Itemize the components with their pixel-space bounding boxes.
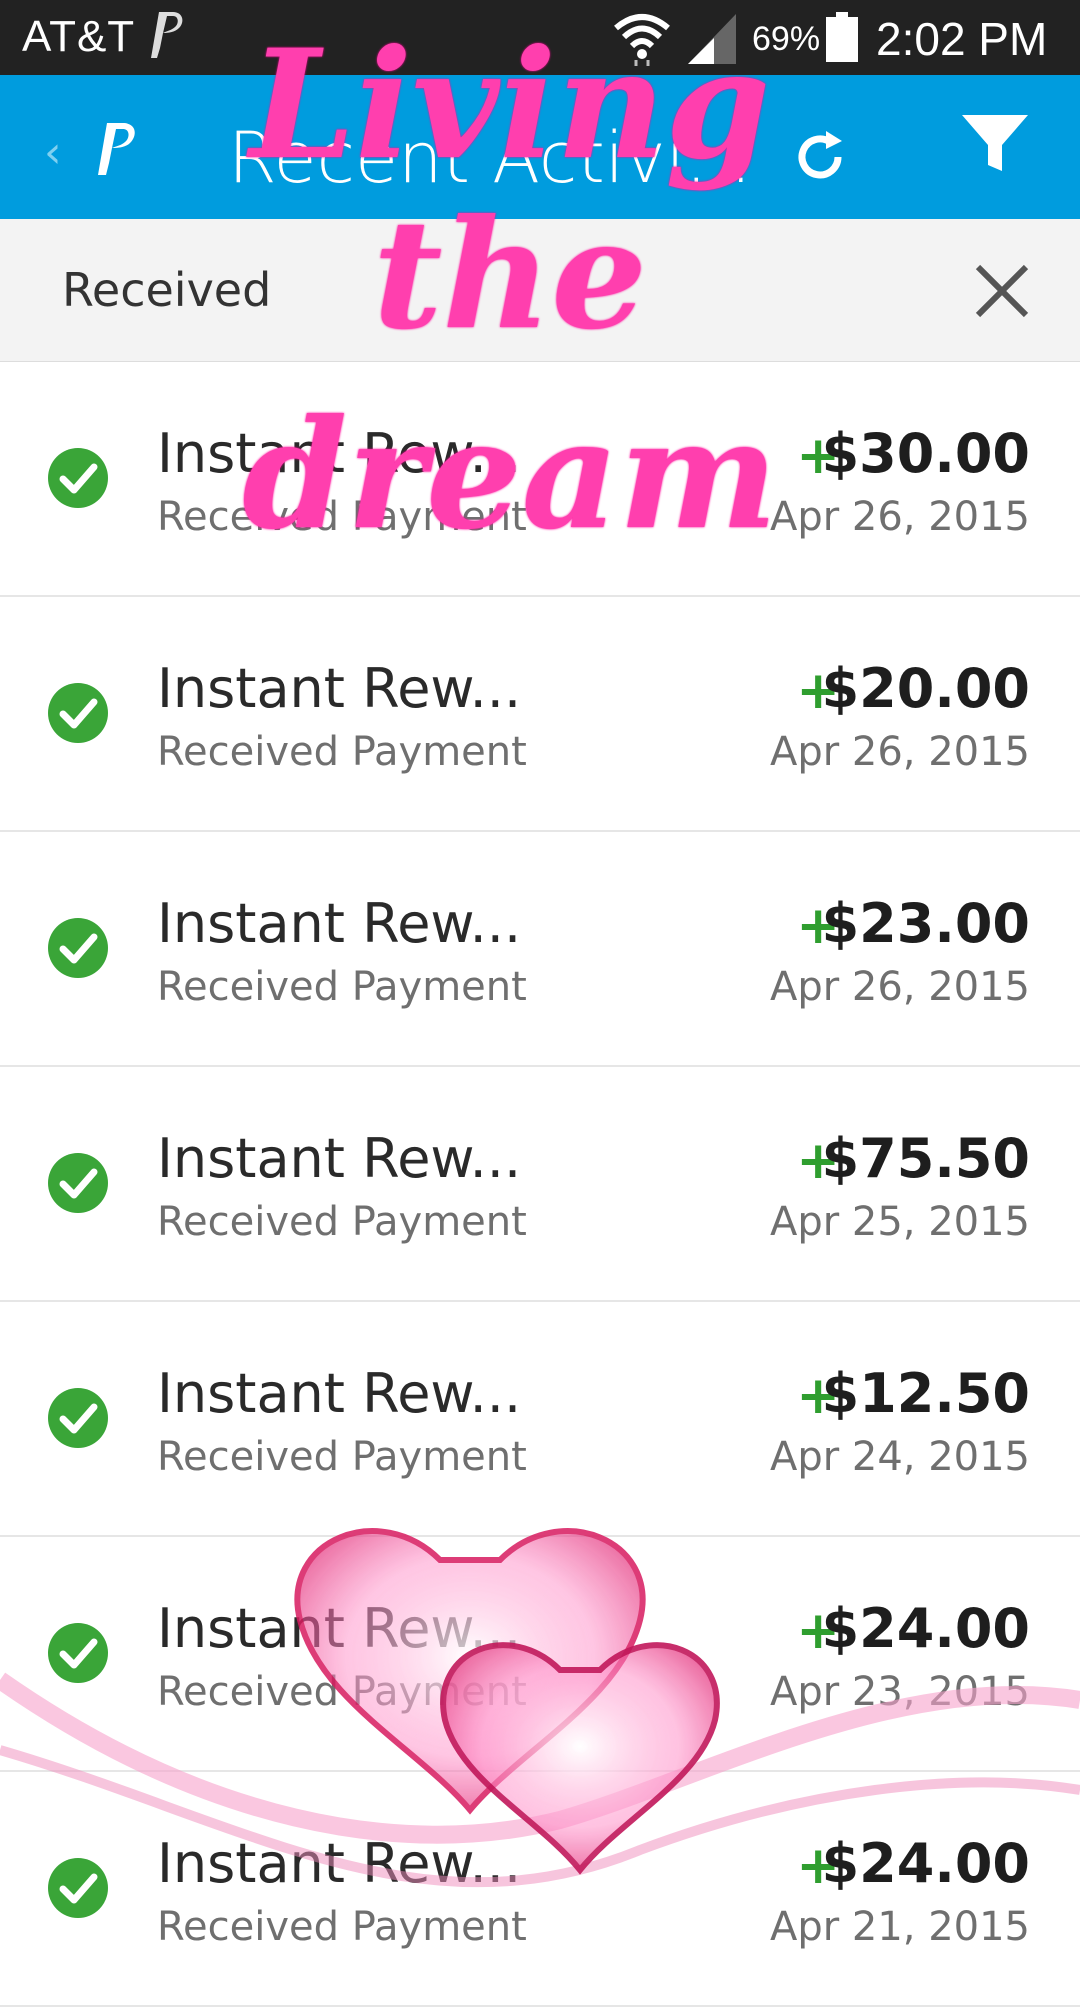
transaction-type: Received Payment [157, 1669, 527, 1715]
transaction-amount: $24.00 [821, 1597, 1030, 1660]
filter-icon[interactable] [960, 109, 1030, 179]
transaction-list: Instant Rew... Received Payment + $30.00… [0, 362, 1080, 2007]
transaction-title: Instant Rew... [157, 657, 522, 720]
transaction-date: Apr 24, 2015 [769, 1434, 1030, 1480]
transaction-date: Apr 23, 2015 [769, 1669, 1030, 1715]
transaction-title: Instant Rew... [157, 1362, 522, 1425]
refresh-icon[interactable] [790, 127, 850, 187]
transaction-date: Apr 26, 2015 [769, 494, 1030, 540]
transaction-amount: $30.00 [821, 422, 1030, 485]
close-icon[interactable] [972, 261, 1032, 321]
transaction-title: Instant Rew... [157, 1832, 522, 1895]
check-circle-icon [48, 1858, 108, 1918]
transaction-title: Instant Rew... [157, 422, 522, 485]
clock: 2:02 PM [876, 13, 1048, 65]
check-circle-icon [48, 1153, 108, 1213]
transaction-title: Instant Rew... [157, 1597, 522, 1660]
active-filter-bar: Received [0, 219, 1080, 362]
transaction-amount: $23.00 [821, 892, 1030, 955]
chevron-left-icon[interactable]: ‹ [44, 127, 62, 178]
transaction-date: Apr 21, 2015 [769, 1904, 1030, 1950]
signal-icon [688, 14, 736, 64]
transaction-row[interactable]: Instant Rew... Received Payment + $30.00… [0, 362, 1080, 597]
check-circle-icon [48, 683, 108, 743]
transaction-row[interactable]: Instant Rew... Received Payment + $20.00… [0, 597, 1080, 832]
transaction-row[interactable]: Instant Rew... Received Payment + $12.50… [0, 1302, 1080, 1537]
app-bar: ‹ Recent Activi... [0, 75, 1080, 219]
paypal-notification-icon [151, 12, 183, 58]
wifi-icon [614, 14, 670, 66]
transaction-type: Received Payment [157, 1434, 527, 1480]
battery-icon [826, 12, 858, 62]
transaction-type: Received Payment [157, 964, 527, 1010]
transaction-type: Received Payment [157, 1904, 527, 1950]
transaction-row[interactable]: Instant Rew... Received Payment + $75.50… [0, 1067, 1080, 1302]
check-circle-icon [48, 1623, 108, 1683]
transaction-amount: $12.50 [821, 1362, 1030, 1425]
check-circle-icon [48, 1388, 108, 1448]
transaction-row[interactable]: Instant Rew... Received Payment + $23.00… [0, 832, 1080, 1067]
check-circle-icon [48, 918, 108, 978]
transaction-title: Instant Rew... [157, 1127, 522, 1190]
carrier-label: AT&T [22, 12, 136, 61]
filter-label: Received [62, 263, 272, 317]
battery-percent: 69% [752, 20, 821, 58]
transaction-amount: $75.50 [821, 1127, 1030, 1190]
transaction-title: Instant Rew... [157, 892, 522, 955]
transaction-amount: $20.00 [821, 657, 1030, 720]
transaction-date: Apr 26, 2015 [769, 964, 1030, 1010]
transaction-row[interactable]: Instant Rew... Received Payment + $24.00… [0, 1772, 1080, 2007]
transaction-type: Received Payment [157, 729, 527, 775]
transaction-date: Apr 26, 2015 [769, 729, 1030, 775]
page-title: Recent Activi... [228, 117, 752, 199]
paypal-logo-icon[interactable] [90, 119, 140, 179]
status-bar: AT&T 69% 2:02 PM [0, 0, 1080, 75]
transaction-type: Received Payment [157, 494, 527, 540]
check-circle-icon [48, 448, 108, 508]
transaction-row[interactable]: Instant Rew... Received Payment + $24.00… [0, 1537, 1080, 1772]
transaction-type: Received Payment [157, 1199, 527, 1245]
transaction-amount: $24.00 [821, 1832, 1030, 1895]
transaction-date: Apr 25, 2015 [769, 1199, 1030, 1245]
